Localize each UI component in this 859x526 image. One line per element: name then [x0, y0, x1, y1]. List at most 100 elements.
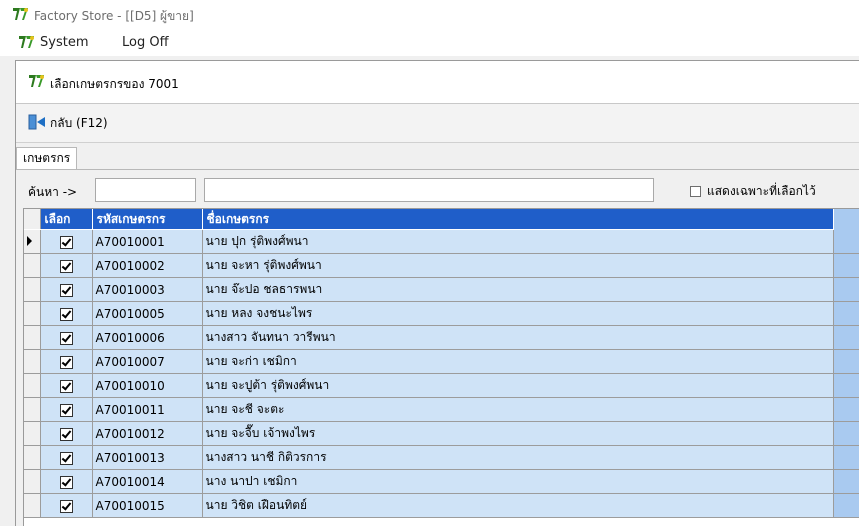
row-indicator[interactable] [24, 421, 41, 446]
row-select-cell[interactable] [40, 469, 93, 494]
farmer-code-cell[interactable]: A70010013 [92, 445, 203, 470]
row-indicator[interactable] [24, 397, 41, 422]
row-select-cell[interactable] [40, 229, 93, 254]
search-name-input[interactable] [204, 178, 654, 202]
farmer-name-cell[interactable]: นาย จะหา รุ่ติพงศ์พนา [202, 253, 834, 278]
farmer-code-cell[interactable]: A70010007 [92, 349, 203, 374]
tab-farmers[interactable]: เกษตรกร [16, 147, 78, 169]
table-row[interactable]: A70010006 นางสาว จันทนา วารีพนา [24, 325, 859, 350]
row-select-cell[interactable] [40, 325, 93, 350]
row-indicator[interactable] [24, 325, 41, 350]
app-logo-icon [28, 73, 44, 89]
row-select-cell[interactable] [40, 397, 93, 422]
farmer-name-cell[interactable]: นาง นาปา เชมิกา [202, 469, 834, 494]
row-indicator[interactable] [24, 253, 41, 278]
row-indicator[interactable] [24, 277, 41, 302]
row-indicator[interactable] [24, 301, 41, 326]
row-select-cell[interactable] [40, 373, 93, 398]
table-row[interactable]: A70010015 นาย วิชิต เฝือนทิตย์ [24, 493, 859, 518]
farmer-name-cell[interactable]: นาย จะชี จะตะ [202, 397, 834, 422]
row-indicator[interactable] [24, 493, 41, 518]
app-logo-icon [18, 34, 34, 50]
row-indicator[interactable] [24, 469, 41, 494]
column-header-name[interactable]: ชื่อเกษตรกร [202, 209, 834, 230]
table-row[interactable]: A70010005 นาย หลง จงชนะไพร [24, 301, 859, 326]
row-select-cell[interactable] [40, 277, 93, 302]
table-row[interactable]: A70010002 นาย จะหา รุ่ติพงศ์พนา [24, 253, 859, 278]
window-title: Factory Store - [[D5] ผู้ขาย] [34, 9, 194, 23]
row-select-checkbox[interactable] [59, 499, 73, 513]
row-select-checkbox[interactable] [59, 451, 73, 465]
farmer-code-cell[interactable]: A70010012 [92, 421, 203, 446]
farmer-name-cell[interactable]: นางสาว นาชี กิติวรการ [202, 445, 834, 470]
row-select-checkbox[interactable] [59, 475, 73, 489]
row-select-checkbox[interactable] [59, 355, 73, 369]
farmer-name-cell[interactable]: นางสาว จันทนา วารีพนา [202, 325, 834, 350]
window-titlebar: Factory Store - [[D5] ผู้ขาย] [0, 0, 859, 30]
table-row[interactable]: A70010012 นาย จะจื๊บ เจ้าพงไพร [24, 421, 859, 446]
row-select-cell[interactable] [40, 421, 93, 446]
farmer-code-cell[interactable]: A70010003 [92, 277, 203, 302]
row-select-cell[interactable] [40, 445, 93, 470]
table-row[interactable]: A70010007 นาย จะก่า เชมิกา [24, 349, 859, 374]
farmer-name-cell[interactable]: นาย วิชิต เฝือนทิตย์ [202, 493, 834, 518]
row-select-checkbox[interactable] [59, 379, 73, 393]
row-indicator[interactable] [24, 445, 41, 470]
search-code-input[interactable] [95, 178, 196, 202]
row-select-checkbox[interactable] [59, 403, 73, 417]
farmer-name-cell[interactable]: นาย จะก่า เชมิกา [202, 349, 834, 374]
table-row[interactable]: A70010013 นางสาว นาชี กิติวรการ [24, 445, 859, 470]
farmer-name-cell[interactable]: นาย จะปูต้า รุ่ติพงศ์พนา [202, 373, 834, 398]
grid-empty-area [833, 301, 859, 326]
show-selected-label: แสดงเฉพาะที่เลือกไว้ [707, 184, 816, 198]
farmer-name-cell[interactable]: นาย ปุก รุ่ติพงศ์พนา [202, 229, 834, 254]
row-select-checkbox[interactable] [59, 331, 73, 345]
back-button[interactable]: กลับ (F12) [28, 114, 108, 132]
grid-empty-area [833, 349, 859, 374]
checkbox-box[interactable] [690, 186, 701, 197]
form-title: เลือกเกษตรกรของ 7001 [50, 77, 179, 91]
row-indicator[interactable] [24, 349, 41, 374]
menu-system[interactable]: System [40, 35, 88, 50]
farmer-code-cell[interactable]: A70010015 [92, 493, 203, 518]
menu-logoff[interactable]: Log Off [122, 35, 169, 50]
back-button-label: กลับ (F12) [50, 115, 108, 130]
row-select-checkbox[interactable] [59, 307, 73, 321]
menu-bar: System Log Off [0, 30, 859, 56]
column-header-code[interactable]: รหัสเกษตรกร [92, 209, 203, 230]
row-select-cell[interactable] [40, 493, 93, 518]
table-row[interactable]: A70010014 นาง นาปา เชมิกา [24, 469, 859, 494]
farmer-code-cell[interactable]: A70010001 [92, 229, 203, 254]
grid-empty-area [833, 445, 859, 470]
row-select-cell[interactable] [40, 301, 93, 326]
row-select-checkbox[interactable] [59, 283, 73, 297]
grid-empty-area [833, 493, 859, 518]
table-row[interactable]: A70010003 นาย จ๊ะปอ ชลธารพนา [24, 277, 859, 302]
farmer-code-cell[interactable]: A70010010 [92, 373, 203, 398]
farmer-name-cell[interactable]: นาย จะจื๊บ เจ้าพงไพร [202, 421, 834, 446]
farmer-code-cell[interactable]: A70010014 [92, 469, 203, 494]
row-select-checkbox[interactable] [59, 259, 73, 273]
row-indicator[interactable] [24, 229, 41, 254]
row-select-cell[interactable] [40, 253, 93, 278]
table-row[interactable]: A70010010 นาย จะปูต้า รุ่ติพงศ์พนา [24, 373, 859, 398]
column-header-select[interactable]: เลือก [40, 209, 93, 230]
row-select-checkbox[interactable] [59, 427, 73, 441]
grid-empty-area [833, 253, 859, 278]
row-select-cell[interactable] [40, 349, 93, 374]
farmer-code-cell[interactable]: A70010002 [92, 253, 203, 278]
table-row[interactable]: A70010001 นาย ปุก รุ่ติพงศ์พนา [24, 229, 859, 254]
tab-strip: เกษตรกร [16, 145, 859, 170]
show-selected-checkbox[interactable]: แสดงเฉพาะที่เลือกไว้ [690, 182, 816, 201]
search-label: ค้นหา -> [28, 185, 78, 199]
farmer-name-cell[interactable]: นาย จ๊ะปอ ชลธารพนา [202, 277, 834, 302]
table-row[interactable]: A70010011 นาย จะชี จะตะ [24, 397, 859, 422]
row-indicator[interactable] [24, 373, 41, 398]
farmer-code-cell[interactable]: A70010005 [92, 301, 203, 326]
grid-empty-area [833, 229, 859, 254]
farmer-code-cell[interactable]: A70010006 [92, 325, 203, 350]
row-select-checkbox[interactable] [59, 235, 73, 249]
farmer-code-cell[interactable]: A70010011 [92, 397, 203, 422]
form-titlebar: เลือกเกษตรกรของ 7001 [16, 61, 859, 104]
farmer-name-cell[interactable]: นาย หลง จงชนะไพร [202, 301, 834, 326]
